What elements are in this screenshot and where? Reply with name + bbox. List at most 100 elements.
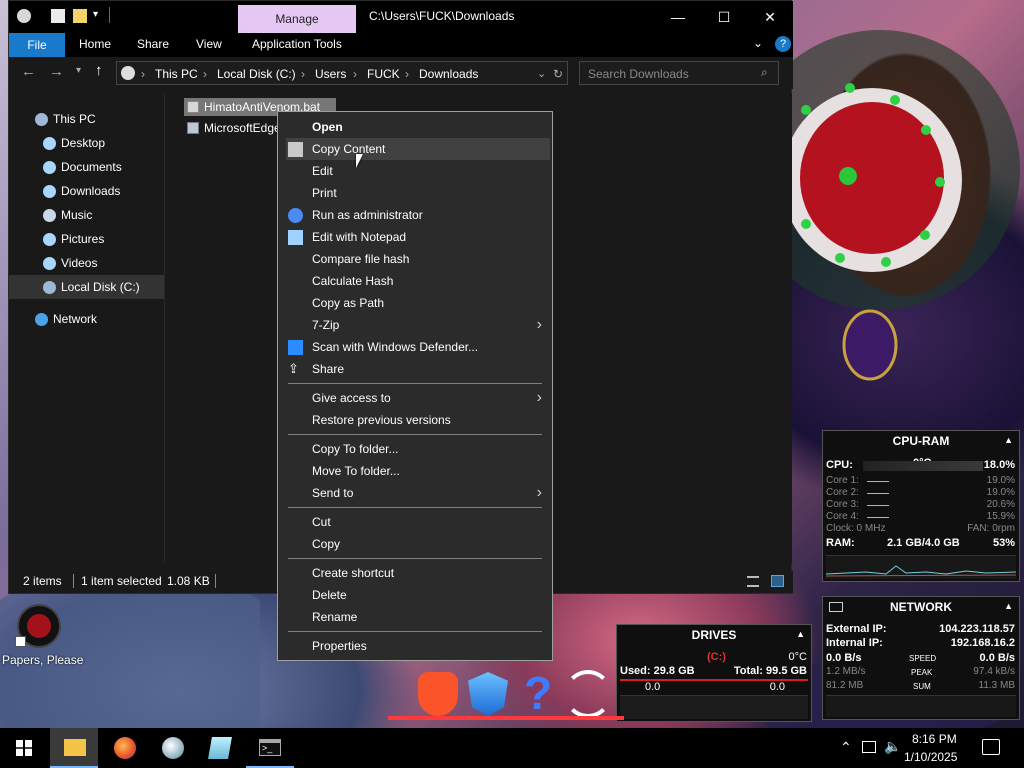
nav-item-music[interactable]: Music	[9, 203, 164, 227]
desktop-icon-papers-please[interactable]: Papers, Please	[0, 602, 83, 672]
menu-item-properties[interactable]: Properties	[278, 635, 552, 657]
menu-item-run-as-administrator[interactable]: Run as administrator	[278, 204, 552, 226]
wise-care-icon[interactable]	[468, 672, 508, 716]
drive-write: 0.0	[769, 681, 785, 693]
taskbar-mac-explorer[interactable]	[148, 728, 196, 768]
menu-item-copy-content[interactable]: Copy Content	[286, 138, 550, 160]
crumb-users[interactable]: Users	[315, 67, 346, 81]
menu-item-cut[interactable]: Cut	[278, 511, 552, 533]
menu-item-edit[interactable]: Edit	[278, 160, 552, 182]
network-icon	[35, 313, 48, 326]
taskbar-firefox[interactable]	[100, 728, 148, 768]
brave-browser-icon[interactable]	[418, 672, 458, 716]
collapse-icon[interactable]: ▲	[1004, 435, 1013, 445]
menu-item-calculate-hash[interactable]: Calculate Hash	[278, 270, 552, 292]
nav-item-videos[interactable]: Videos	[9, 251, 164, 275]
crumb-local-disk[interactable]: Local Disk (C:)	[217, 67, 296, 81]
pc-icon	[121, 66, 135, 80]
ribbon-expand-icon[interactable]: ⌄	[753, 36, 763, 50]
crumb-this-pc[interactable]: This PC	[155, 67, 198, 81]
collapse-icon[interactable]: ▲	[1004, 601, 1013, 611]
nav-item-label: Music	[61, 208, 93, 222]
tab-view[interactable]: View	[196, 37, 222, 51]
forward-arrow-icon[interactable]: →	[49, 63, 64, 80]
back-arrow-icon[interactable]: ←	[21, 63, 36, 80]
menu-item-scan-with-windows-defender[interactable]: Scan with Windows Defender...	[278, 336, 552, 358]
menu-item-copy-to-folder[interactable]: Copy To folder...	[278, 438, 552, 460]
nav-item-network[interactable]: Network	[9, 307, 164, 331]
notification-icon[interactable]	[982, 739, 1000, 755]
address-dropdown-icon[interactable]: ⌄	[537, 67, 546, 80]
taskbar-time[interactable]: 8:16 PM	[912, 732, 957, 746]
divider-icon	[109, 7, 110, 23]
nav-item-downloads[interactable]: Downloads	[9, 179, 164, 203]
nav-item-pictures[interactable]: Pictures	[9, 227, 164, 251]
nav-item-local-disk[interactable]: Local Disk (C:)	[9, 275, 164, 299]
menu-item-delete[interactable]: Delete	[278, 584, 552, 606]
share-icon: ⇪	[288, 361, 299, 376]
taskbar-date[interactable]: 1/10/2025	[904, 750, 957, 764]
large-icons-view-icon[interactable]	[771, 575, 784, 587]
refresh-icon[interactable]: ↻	[553, 67, 563, 81]
menu-item-edit-with-notepad[interactable]: Edit with Notepad	[278, 226, 552, 248]
menu-item-give-access-to[interactable]: Give access to ›	[278, 387, 552, 409]
menu-item-7-zip[interactable]: 7-Zip ›	[278, 314, 552, 336]
volume-muted-icon[interactable]: 🔈	[884, 738, 901, 755]
menu-item-move-to-folder[interactable]: Move To folder...	[278, 460, 552, 482]
tab-home[interactable]: Home	[79, 37, 111, 51]
nav-item-documents[interactable]: Documents	[9, 155, 164, 179]
help-question-icon[interactable]: ?	[520, 668, 556, 718]
sync-arrows-icon[interactable]	[564, 670, 612, 718]
menu-item-print[interactable]: Print	[278, 182, 552, 204]
nav-item-this-pc[interactable]: This PC	[9, 107, 164, 131]
crumb-user[interactable]: FUCK	[367, 67, 400, 81]
menu-item-copy[interactable]: Copy	[278, 533, 552, 555]
help-icon[interactable]: ?	[775, 36, 791, 52]
minimize-button[interactable]: —	[655, 1, 701, 33]
address-bar[interactable]: › This PC › Local Disk (C:) › Users › FU…	[116, 61, 568, 85]
tray-overflow-icon[interactable]: ⌃	[840, 739, 852, 756]
new-folder-quick-icon[interactable]	[73, 9, 87, 23]
menu-item-label: Rename	[312, 610, 358, 624]
menu-item-compare-file-hash[interactable]: Compare file hash	[278, 248, 552, 270]
title-bar: ▾ Manage C:\Users\FUCK\Downloads — ☐ ✕	[9, 1, 793, 33]
nav-item-label: Documents	[61, 160, 122, 174]
crumb-downloads[interactable]: Downloads	[419, 67, 478, 81]
music-icon	[43, 209, 56, 222]
properties-quick-icon[interactable]	[51, 9, 65, 23]
widget-title: DRIVES	[691, 628, 737, 642]
file-item[interactable]: MicrosoftEdge	[184, 119, 284, 137]
taskbar-notebook[interactable]	[196, 728, 244, 768]
tab-file[interactable]: File	[9, 33, 65, 57]
manage-tab[interactable]: Manage	[238, 5, 356, 33]
nav-item-desktop[interactable]: Desktop	[9, 131, 164, 155]
taskbar-file-explorer[interactable]	[50, 728, 98, 768]
notepad-icon	[288, 230, 303, 245]
tab-application-tools[interactable]: Application Tools	[252, 37, 342, 51]
search-icon[interactable]: ⌕	[761, 65, 768, 80]
search-input[interactable]: Search Downloads	[579, 61, 779, 85]
taskbar-command-prompt[interactable]: >_	[246, 728, 294, 768]
explorer-icon[interactable]	[17, 9, 31, 23]
maximize-button[interactable]: ☐	[701, 1, 747, 33]
menu-item-rename[interactable]: Rename	[278, 606, 552, 628]
menu-item-copy-as-path[interactable]: Copy as Path	[278, 292, 552, 314]
peak-up: 97.4 kB/s	[973, 666, 1015, 677]
network-tray-icon[interactable]	[862, 741, 876, 753]
recent-dropdown-icon[interactable]: ▾	[76, 65, 81, 76]
chevron-right-icon: ›	[536, 484, 542, 501]
menu-item-restore-previous-versions[interactable]: Restore previous versions	[278, 409, 552, 431]
up-arrow-icon[interactable]: ↑	[95, 62, 103, 79]
menu-item-create-shortcut[interactable]: Create shortcut	[278, 562, 552, 584]
close-button[interactable]: ✕	[747, 1, 793, 33]
menu-item-open[interactable]: Open	[278, 116, 552, 138]
menu-item-label: Calculate Hash	[312, 274, 394, 288]
collapse-icon[interactable]: ▲	[796, 629, 805, 639]
start-button[interactable]	[0, 728, 48, 768]
menu-item-send-to[interactable]: Send to ›	[278, 482, 552, 504]
menu-item-share[interactable]: ⇪ Share	[278, 358, 552, 380]
chevron-down-icon[interactable]: ▾	[93, 9, 98, 20]
details-view-icon[interactable]	[747, 576, 759, 587]
core-value: 20.6%	[986, 499, 1015, 510]
tab-share[interactable]: Share	[137, 37, 169, 51]
